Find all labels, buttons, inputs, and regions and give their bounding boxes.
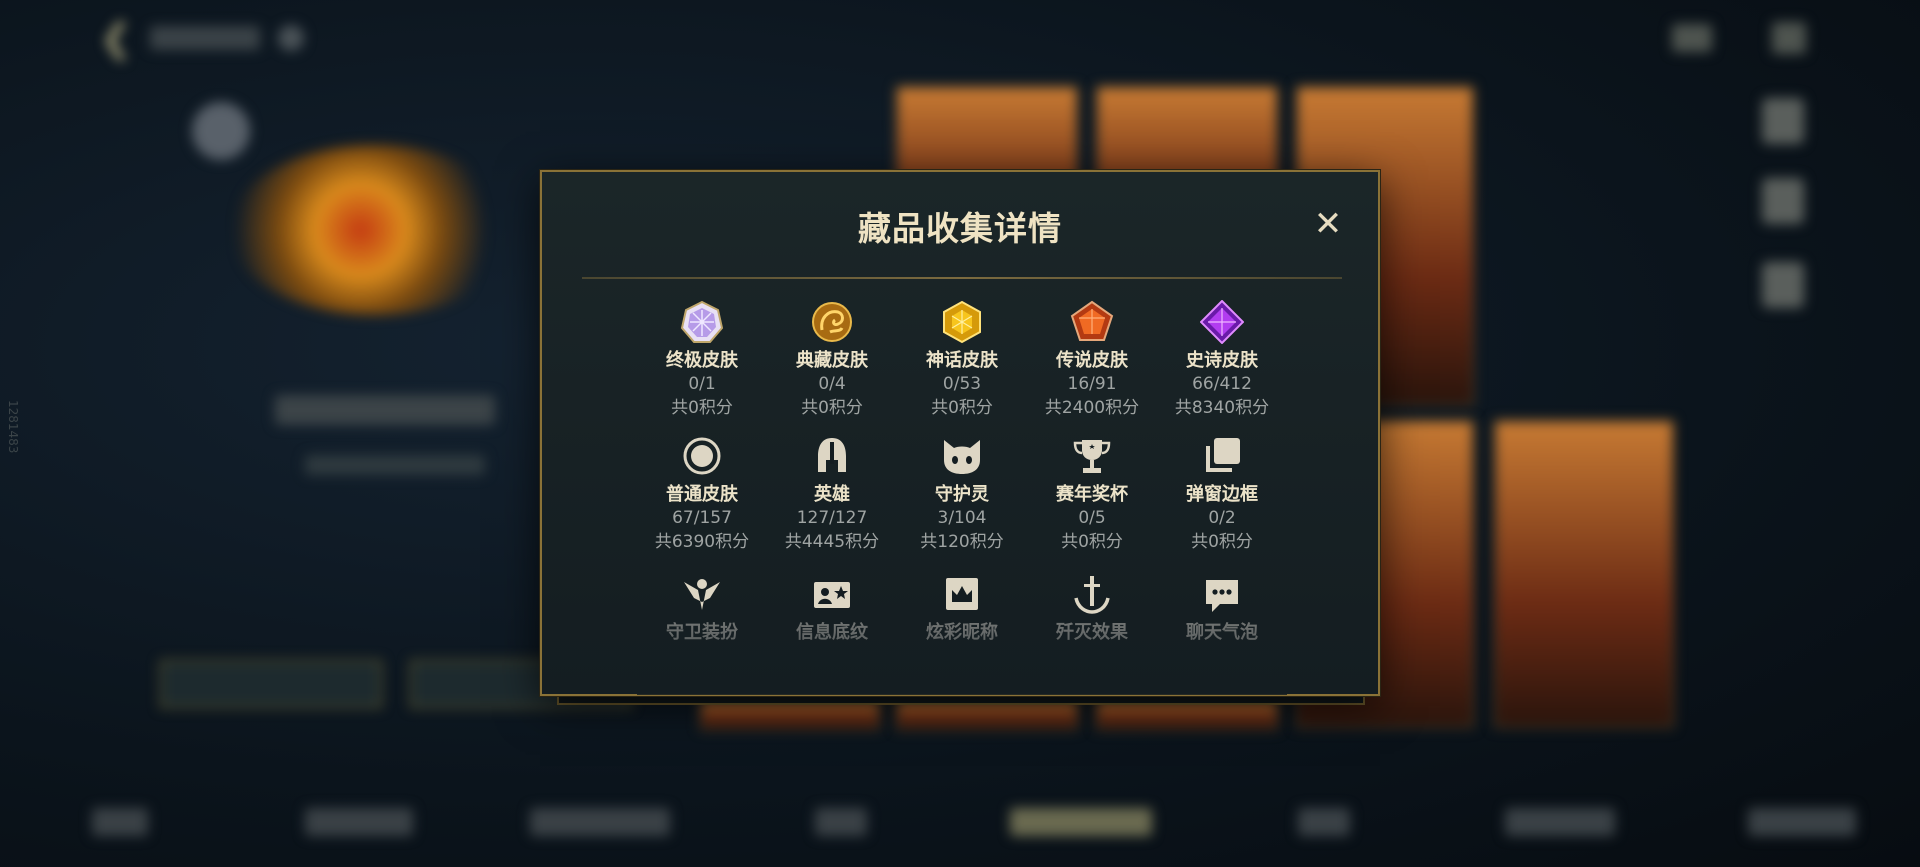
side-id-number: 1281483 (6, 400, 20, 454)
legacy-skin-icon (812, 302, 852, 342)
collection-item-legendary-skin[interactable]: 传说皮肤 16/91 共2400积分 (1027, 300, 1157, 420)
mail-icon (1672, 24, 1712, 52)
item-name: 弹窗边框 (1186, 484, 1258, 505)
close-button[interactable]: ✕ (1312, 207, 1344, 241)
item-points: 共0积分 (1061, 532, 1123, 552)
collection-details-dialog: 藏品收集详情 ✕ 终极皮肤 0/1 共0积分 典藏皮肤 0/4 共0积分 神话皮… (540, 170, 1380, 696)
item-name: 史诗皮肤 (1186, 350, 1258, 371)
item-count: 0/1 (688, 374, 716, 394)
collection-item-ultimate-skin[interactable]: 终极皮肤 0/1 共0积分 (637, 300, 767, 420)
collection-grid: 终极皮肤 0/1 共0积分 典藏皮肤 0/4 共0积分 神话皮肤 0/53 共0… (637, 300, 1287, 695)
item-points: 共4445积分 (784, 532, 880, 552)
collection-item-season-trophy[interactable]: 赛年奖杯 0/5 共0积分 (1027, 434, 1157, 554)
item-name: 普通皮肤 (666, 484, 738, 505)
champion-helmet-icon (818, 438, 846, 472)
item-points: 共0积分 (931, 398, 993, 418)
bottom-tab-active (1010, 808, 1152, 836)
legendary-skin-icon (1070, 300, 1114, 341)
item-points: 共2400积分 (1044, 398, 1140, 418)
collection-item-champion[interactable]: 英雄 127/127 共4445积分 (767, 434, 897, 554)
collection-item-annihilation-effect[interactable]: 歼灭效果 (1027, 572, 1157, 644)
item-points: 共120积分 (920, 532, 1004, 552)
bottom-tab (815, 808, 867, 836)
item-points: 共0积分 (1191, 532, 1253, 552)
collection-item-chat-bubble[interactable]: 聊天气泡 (1157, 572, 1287, 644)
ultimate-skin-icon (680, 300, 724, 343)
colorful-nickname-icon (946, 578, 978, 610)
collection-item-mythic-skin[interactable]: 神话皮肤 0/53 共0积分 (897, 300, 1027, 420)
collection-item-standard-skin[interactable]: 普通皮肤 67/157 共6390积分 (637, 434, 767, 554)
item-name: 信息底纹 (796, 622, 868, 643)
mythic-skin-icon (943, 300, 981, 344)
collection-item-epic-skin[interactable]: 史诗皮肤 66/412 共8340积分 (1157, 300, 1287, 420)
ward-spirit-icon (944, 440, 980, 474)
bottom-tab (1298, 808, 1350, 836)
item-count: 0/5 (1078, 508, 1106, 528)
bg-skin-card (1494, 420, 1674, 728)
item-points: 共6390积分 (654, 532, 750, 552)
item-name: 传说皮肤 (1056, 350, 1128, 371)
item-name: 典藏皮肤 (796, 350, 868, 371)
collection-item-info-background[interactable]: 信息底纹 (767, 572, 897, 644)
item-count: 66/412 (1192, 374, 1252, 394)
bottom-tab (305, 808, 413, 836)
collection-item-legacy-skin[interactable]: 典藏皮肤 0/4 共0积分 (767, 300, 897, 420)
dialog-bottom-edge (557, 695, 1365, 705)
rightbar-icon (1762, 262, 1804, 308)
item-name: 聊天气泡 (1186, 622, 1258, 643)
epic-skin-icon (1200, 300, 1244, 344)
bottom-tab (1505, 808, 1615, 836)
item-name: 赛年奖杯 (1056, 484, 1128, 505)
season-trophy-icon (1073, 440, 1111, 473)
bottom-tab (530, 808, 670, 836)
item-count: 3/104 (937, 508, 987, 528)
back-button: ❮ (100, 16, 320, 60)
close-icon: ✕ (1313, 204, 1343, 244)
collection-item-colorful-nickname[interactable]: 炫彩昵称 (897, 572, 1027, 644)
chat-bubble-icon (1206, 580, 1238, 612)
popup-frame-icon (1206, 438, 1240, 472)
item-count: 0/53 (942, 374, 982, 394)
item-name: 终极皮肤 (666, 350, 738, 371)
notification-icon (1772, 22, 1806, 54)
annihilation-effect-icon (1074, 576, 1110, 614)
bottom-tab (1748, 808, 1856, 836)
collection-item-popup-frame[interactable]: 弹窗边框 0/2 共0积分 (1157, 434, 1287, 554)
collection-item-guardian-outfit[interactable]: 守卫装扮 (637, 572, 767, 644)
standard-skin-icon (683, 437, 721, 475)
item-count: 67/157 (672, 508, 732, 528)
item-count: 127/127 (796, 508, 868, 528)
item-name: 英雄 (814, 484, 850, 505)
item-points: 共0积分 (801, 398, 863, 418)
item-name: 炫彩昵称 (926, 622, 998, 643)
item-points: 共0积分 (671, 398, 733, 418)
rightbar-icon (1762, 178, 1804, 224)
collection-item-ward-spirit[interactable]: 守护灵 3/104 共120积分 (897, 434, 1027, 554)
item-count: 16/91 (1067, 374, 1117, 394)
title-divider (582, 277, 1342, 279)
item-count: 0/2 (1208, 508, 1236, 528)
badge-blur (192, 102, 250, 160)
dialog-title: 藏品收集详情 (858, 209, 1062, 248)
item-name: 守卫装扮 (666, 622, 738, 643)
item-count: 0/4 (818, 374, 846, 394)
bg-button-1 (160, 660, 382, 708)
player-name-blur (275, 395, 515, 435)
guardian-outfit-icon (684, 579, 720, 610)
info-background-icon (814, 582, 850, 608)
bottom-tab (92, 808, 148, 836)
item-name: 神话皮肤 (926, 350, 998, 371)
item-name: 歼灭效果 (1056, 622, 1128, 643)
item-points: 共8340积分 (1174, 398, 1270, 418)
item-name: 守护灵 (935, 484, 989, 505)
rightbar-icon (1762, 98, 1804, 144)
profile-avatar-blur (230, 145, 520, 315)
player-sub-blur (305, 455, 485, 475)
